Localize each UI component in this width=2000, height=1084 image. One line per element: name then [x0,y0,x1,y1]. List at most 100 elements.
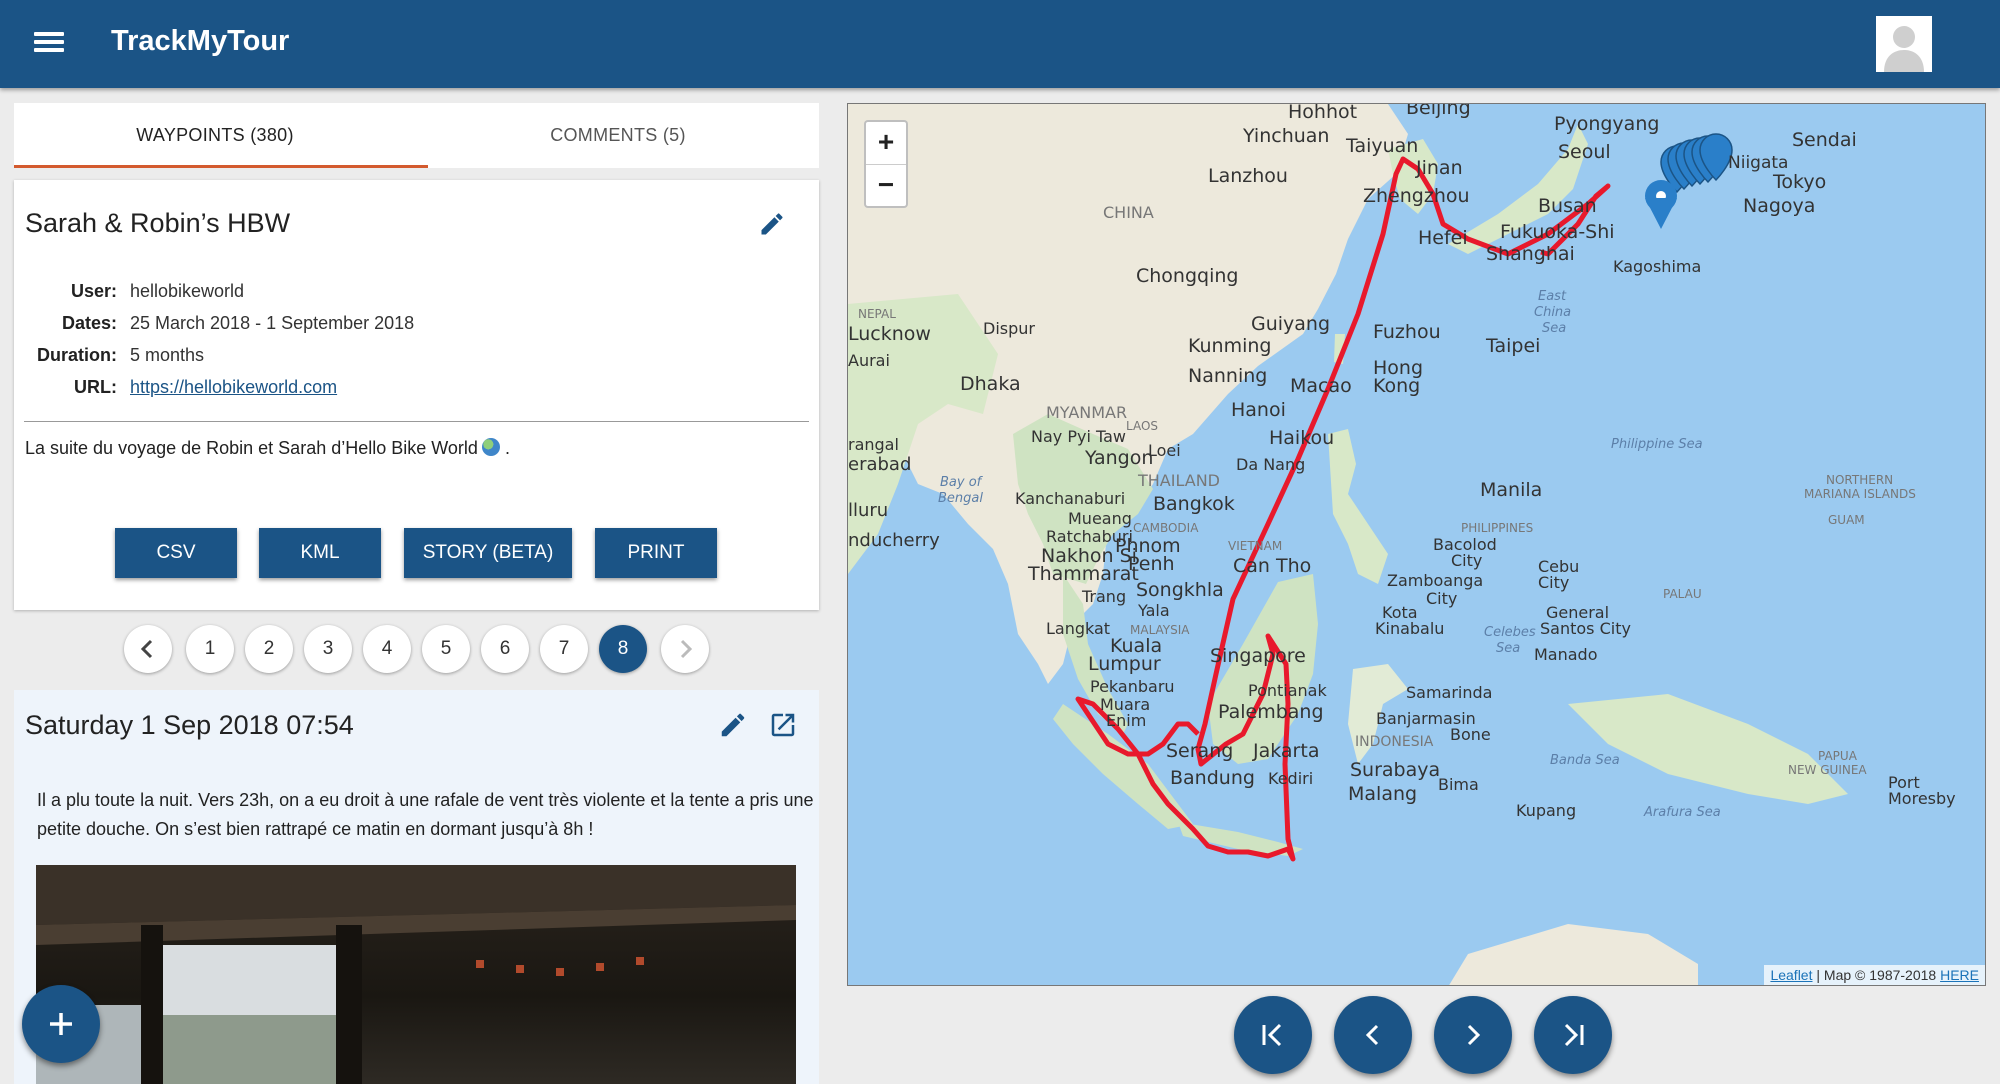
meta-dates: Dates: 25 March 2018 - 1 September 2018 [14,313,714,337]
map-label: Yangon [1084,447,1153,469]
map-label: Macao [1290,375,1352,397]
map-label: Kinabalu [1375,619,1444,638]
tab-comments[interactable]: COMMENTS (5) [417,103,819,168]
map-label: erabad [848,454,911,475]
map-label: Kupang [1516,801,1576,820]
map-label: Bandung [1170,767,1255,789]
page-2[interactable]: 2 [245,625,293,673]
map-label: PALAU [1663,587,1702,601]
edit-waypoint-icon[interactable] [718,710,748,745]
meta-value: https://hellobikeworld.com [130,377,337,398]
map-label: Bima [1438,775,1479,794]
next-waypoint-button[interactable] [1434,996,1512,1074]
first-waypoint-button[interactable] [1234,996,1312,1074]
next-page-button[interactable] [661,625,709,673]
leaflet-link[interactable]: Leaflet [1770,967,1812,983]
waypoint-markers [1660,133,1733,194]
map-label: City [1426,589,1457,608]
story-button[interactable]: STORY (BETA) [404,528,572,578]
tab-waypoints[interactable]: WAYPOINTS (380) [14,103,416,168]
map-label: Samarinda [1406,683,1492,702]
philippines [1328,429,1388,584]
map-label: Enim [1106,711,1146,730]
here-link[interactable]: HERE [1940,967,1979,983]
map-label: Celebes [1484,625,1536,640]
map-label: Yinchuan [1242,125,1329,147]
map-label: Sendai [1792,129,1857,151]
add-waypoint-button[interactable] [22,985,100,1063]
map-label: Sea [1542,321,1566,336]
waypoint-card: Saturday 1 Sep 2018 07:54 Il a plu toute… [14,690,819,1084]
map-label: Banda Sea [1550,753,1620,768]
map-label: VIETNAM [1228,539,1282,553]
waypoint-photo[interactable] [36,865,796,1084]
map-label: Hanoi [1231,399,1286,421]
kml-button[interactable]: KML [259,528,381,578]
map-label: Malang [1348,783,1417,805]
tab-bar: WAYPOINTS (380) COMMENTS (5) [14,103,819,168]
open-external-icon[interactable] [768,710,798,745]
map-label: PAPUA [1818,749,1858,763]
csv-button[interactable]: CSV [115,528,237,578]
page-3[interactable]: 3 [304,625,352,673]
map-label: Tokyo [1772,171,1826,193]
skip-last-icon [1564,1023,1584,1047]
menu-icon[interactable] [34,28,64,58]
map-label: Dispur [983,319,1035,338]
map-label: City [1538,573,1569,592]
map-label: Philippine Sea [1611,437,1703,452]
meta-key: URL: [74,377,117,397]
map-label: Aurai [848,351,890,370]
map-label: Mueang [1068,509,1132,528]
last-waypoint-button[interactable] [1534,996,1612,1074]
meta-user: User: hellobikeworld [14,281,714,305]
map-label: East [1538,289,1567,304]
tour-url-link[interactable]: https://hellobikeworld.com [130,377,337,397]
page-6[interactable]: 6 [481,625,529,673]
zoom-in-button[interactable]: + [866,122,906,164]
zoom-out-button[interactable]: − [866,164,906,206]
print-button[interactable]: PRINT [595,528,717,578]
map-label: CAMBODIA [1133,521,1199,535]
page-4[interactable]: 4 [363,625,411,673]
meta-duration: Duration: 5 months [14,345,714,369]
meta-value: 25 March 2018 - 1 September 2018 [130,313,415,333]
prev-page-button[interactable] [124,625,172,673]
map-label: Can Tho [1233,555,1311,577]
page-8-current[interactable]: 8 [599,625,647,673]
map-label: Langkat [1046,619,1110,638]
page-7[interactable]: 7 [540,625,588,673]
map-label: Chongqing [1136,265,1238,287]
avatar[interactable] [1876,16,1932,72]
globe-icon [481,438,500,456]
map[interactable]: Hohhot Beijing Yinchuan Taiyuan Pyongyan… [847,103,1986,986]
map-label: NEW GUINEA [1788,763,1867,777]
map-label: Kong [1373,375,1420,397]
previous-waypoint-button[interactable] [1334,996,1412,1074]
waypoint-date: Saturday 1 Sep 2018 07:54 [25,710,354,740]
map-label: Songkhla [1136,579,1224,601]
borneo [1208,574,1318,764]
divider [24,421,809,422]
map-label: Hohhot [1288,104,1357,123]
map-label: Palembang [1218,701,1324,723]
app-bar: TrackMyTour [0,0,2000,88]
map-label: Arafura Sea [1643,805,1721,820]
map-label: Jinan [1415,157,1463,179]
map-label: Bangkok [1153,493,1235,515]
map-label: Haikou [1269,427,1334,449]
page-5[interactable]: 5 [422,625,470,673]
map-label: Fukuoka-Shi [1500,221,1615,243]
map-label: Taiyuan [1345,135,1418,157]
plus-icon [50,1013,72,1035]
meta-url: URL: https://hellobikeworld.com [14,377,714,401]
description-text: La suite du voyage de Robin et Sarah d’H… [25,438,478,458]
page-1[interactable]: 1 [186,625,234,673]
map-label: MARIANA ISLANDS [1804,487,1916,501]
edit-tour-icon[interactable] [758,210,786,243]
map-label: Busan [1538,195,1597,217]
meta-key: Dates: [61,313,117,333]
map-label: Dhaka [960,373,1021,395]
map-label: Beijing [1406,104,1471,119]
map-label: Jakarta [1252,740,1319,762]
